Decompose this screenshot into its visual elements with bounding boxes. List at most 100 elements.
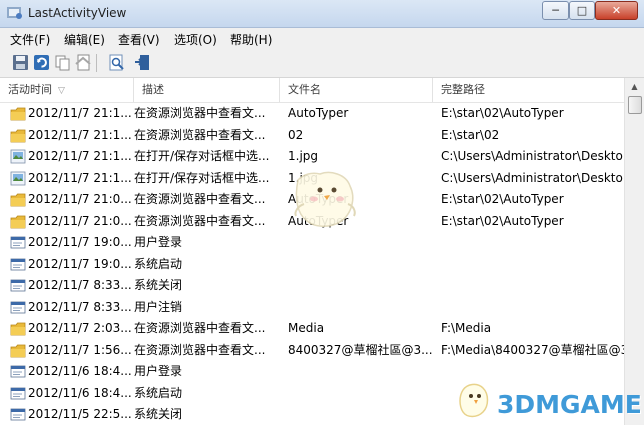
table-row[interactable]: 2012/11/7 21:1...在打开/保存对话框中选... 1.jpg C:\U…	[0, 146, 624, 168]
folder-icon	[10, 215, 26, 228]
activity-list: 2012/11/7 21:1... 在资源浏览器中查看文... AutoTyper E…	[0, 103, 624, 425]
system-event-icon	[10, 365, 26, 378]
cell-activity-time: 2012/11/7 19:0...	[28, 235, 132, 249]
folder-icon	[10, 322, 26, 336]
cell-description: 在资源浏览器中查看文...	[134, 106, 266, 120]
cell-activity-time: 2012/11/7 21:1...	[28, 149, 132, 163]
cell-description: 系统启动	[134, 256, 183, 271]
folder-icon	[10, 107, 26, 121]
exit-icon[interactable]	[134, 54, 151, 71]
maximize-button[interactable]: □	[569, 1, 595, 20]
save-icon[interactable]	[12, 54, 29, 71]
column-label-filename: 文件名	[288, 83, 321, 96]
cell-filename	[288, 232, 434, 254]
cell-description: 系统启动	[134, 385, 183, 400]
cell-description: 系统关闭	[134, 407, 183, 421]
watermark-text: 3DMGAME	[497, 390, 642, 419]
cell-fullpath	[441, 275, 624, 297]
cell-activity-time: 2012/11/7 21:1...	[28, 170, 132, 185]
column-header: 活动时间 ▽ 描述 文件名 完整路径	[0, 78, 624, 103]
cell-filename: 02	[288, 127, 304, 142]
cell-activity-time: 2012/11/7 21:1...	[28, 106, 132, 120]
menu-view[interactable]: 查看(V)	[118, 31, 160, 48]
cell-activity-time: 2012/11/7 21:0...	[28, 192, 132, 206]
properties-icon[interactable]	[108, 54, 125, 71]
table-row[interactable]: 2012/11/7 21:1... 在资源浏览器中查看文... 02 E:\star\…	[0, 125, 624, 147]
cell-fullpath: C:\Users\Administrator\Deskto	[441, 149, 623, 163]
cell-activity-time: 2012/11/6 18:4...	[28, 364, 132, 378]
window-title: LastActivityView	[28, 6, 127, 20]
folder-icon	[10, 193, 26, 207]
cell-activity-time: 2012/11/7 8:33...	[28, 278, 132, 292]
cell-activity-time: 2012/11/6 18:4...	[28, 385, 132, 400]
copy-icon[interactable]	[54, 54, 71, 71]
menu-options[interactable]: 选项(O)	[174, 31, 217, 48]
close-button[interactable]: ✕	[595, 1, 638, 20]
cell-description: 在资源浏览器中查看文...	[134, 192, 266, 206]
table-row[interactable]: 2012/11/7 21:1... 在资源浏览器中查看文... AutoTyper E…	[0, 103, 624, 125]
cell-fullpath	[441, 232, 624, 254]
cell-activity-time: 2012/11/7 1:56...	[28, 342, 132, 357]
table-row[interactable]: 2012/11/7 8:33... 用户注销	[0, 297, 624, 319]
vertical-scrollbar[interactable]: ▲	[624, 78, 644, 425]
column-label-description: 描述	[142, 83, 164, 96]
table-row[interactable]: 2012/11/7 2:03... 在资源浏览器中查看文... Media F:\Me…	[0, 318, 624, 340]
cell-filename	[288, 254, 434, 276]
cell-description: 用户登录	[134, 235, 183, 249]
column-header-time[interactable]: 活动时间 ▽	[0, 78, 134, 102]
minimize-button[interactable]: ─	[542, 1, 569, 20]
table-row[interactable]: 2012/11/7 8:33... 系统关闭	[0, 275, 624, 297]
cell-filename: 1.jpg	[288, 149, 319, 163]
folder-icon	[10, 129, 26, 142]
cell-description: 在资源浏览器中查看文...	[134, 321, 266, 335]
column-header-fullpath[interactable]: 完整路径	[433, 78, 624, 102]
system-event-icon	[10, 258, 26, 270]
cell-description: 用户登录	[134, 364, 183, 378]
scroll-thumb[interactable]	[628, 96, 642, 114]
system-event-icon	[10, 387, 26, 399]
column-header-description[interactable]: 描述	[134, 78, 280, 102]
menu-help[interactable]: 帮助(H)	[230, 31, 272, 48]
app-icon	[7, 7, 22, 19]
html-report-icon[interactable]	[75, 54, 92, 71]
cell-fullpath: E:\star\02\AutoTyper	[441, 106, 564, 120]
scroll-up-button[interactable]: ▲	[627, 80, 642, 94]
table-row[interactable]: 2012/11/7 1:56... 在资源浏览器中查看文... 8400327@草榴…	[0, 340, 624, 362]
cell-activity-time: 2012/11/7 21:0...	[28, 213, 132, 228]
system-event-icon	[10, 236, 26, 249]
image-file-icon	[10, 149, 26, 164]
column-header-filename[interactable]: 文件名	[280, 78, 433, 102]
cell-filename: Media	[288, 321, 325, 335]
cell-filename	[288, 297, 434, 319]
cell-filename	[288, 361, 434, 383]
column-label-time: 活动时间	[8, 83, 52, 96]
cell-activity-time: 2012/11/7 19:0...	[28, 256, 132, 271]
watermark-logo-icon	[459, 383, 489, 418]
cell-fullpath	[441, 254, 624, 276]
refresh-icon[interactable]	[33, 54, 50, 71]
cell-filename	[288, 404, 434, 425]
cell-activity-time: 2012/11/5 22:5...	[28, 407, 132, 421]
menu-edit[interactable]: 编辑(E)	[64, 31, 105, 48]
cell-description: 系统关闭	[134, 278, 183, 292]
menu-file[interactable]: 文件(F)	[10, 31, 50, 48]
cell-fullpath: C:\Users\Administrator\Deskto	[441, 170, 623, 185]
cell-description: 在资源浏览器中查看文...	[134, 342, 266, 357]
cell-fullpath: F:\Media	[441, 321, 492, 335]
image-file-icon	[10, 171, 26, 185]
table-row[interactable]: 2012/11/7 19:0... 系统启动	[0, 254, 624, 276]
cell-activity-time: 2012/11/7 8:33...	[28, 299, 132, 314]
system-event-icon	[10, 279, 26, 292]
toolbar-separator	[96, 54, 97, 72]
toolbar	[0, 49, 644, 78]
table-row[interactable]: 2012/11/7 19:0... 用户登录	[0, 232, 624, 254]
cell-description: 在打开/保存对话框中选...	[134, 149, 270, 163]
cell-description: 用户注销	[134, 299, 183, 314]
cell-filename	[288, 383, 434, 405]
system-event-icon	[10, 408, 26, 421]
cell-fullpath: E:\star\02\AutoTyper	[441, 192, 564, 206]
table-row[interactable]: 2012/11/6 18:4... 用户登录	[0, 361, 624, 383]
cell-fullpath: F:\Media\8400327@草榴社區@3	[441, 342, 624, 357]
cell-filename: 8400327@草榴社區@3...	[288, 342, 433, 357]
cell-fullpath: E:\star\02\AutoTyper	[441, 213, 564, 228]
